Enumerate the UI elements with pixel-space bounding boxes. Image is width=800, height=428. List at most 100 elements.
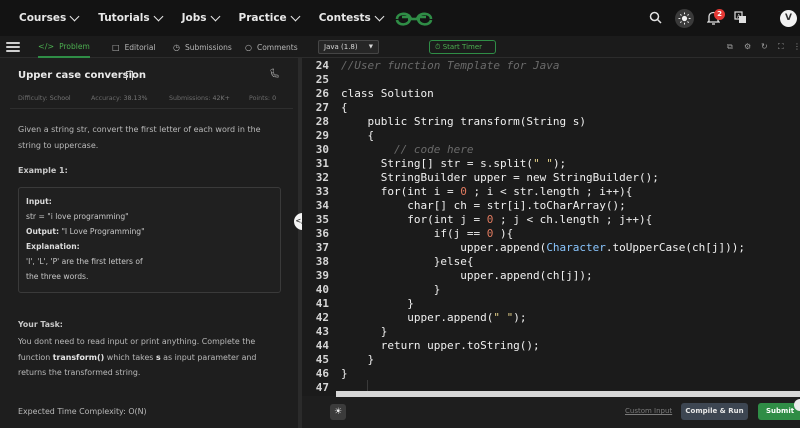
code-line: {: [341, 129, 375, 142]
chevron-down-icon: [153, 11, 164, 21]
chevron-down-icon: ▼: [368, 44, 373, 50]
line-number: 46: [315, 367, 329, 380]
nav-courses[interactable]: Courses: [19, 11, 80, 24]
translate-icon[interactable]: A: [734, 11, 747, 24]
line-number: 30: [315, 143, 329, 156]
code-line: upper.append(" ");: [341, 311, 527, 324]
line-number: 25: [315, 73, 329, 86]
line-number: 34: [315, 199, 329, 212]
task-description: You dont need to read input or print any…: [18, 337, 257, 377]
code-icon: </>: [38, 41, 55, 51]
start-timer-label: Start Timer: [442, 43, 483, 51]
tab-editorial[interactable]: □ Editorial: [112, 36, 156, 58]
explanation-text: the three words.: [26, 272, 89, 281]
points-meta: Points: 0: [249, 95, 277, 102]
code-line: class Solution: [341, 87, 434, 100]
nav-jobs[interactable]: Jobs: [181, 11, 220, 24]
chevron-down-icon: [374, 11, 385, 21]
input-value: str = "i love programming": [26, 212, 129, 221]
output-line: Output: "I Love Programming": [26, 227, 145, 236]
expected-time-complexity: Expected Time Complexity: O(N): [18, 407, 147, 416]
lightbulb-icon[interactable]: ☀: [330, 404, 346, 420]
code-line: for(int j = 0 ; j < ch.length ; j++){: [341, 213, 653, 226]
tab-problem-label: Problem: [59, 41, 90, 51]
divider: [10, 108, 293, 109]
notification-badge: 2: [714, 9, 725, 20]
code-line: //User function Template for Java: [341, 59, 560, 72]
search-icon[interactable]: [649, 11, 662, 24]
line-number: 32: [315, 171, 329, 184]
task-heading: Your Task:: [18, 320, 63, 329]
bug-report-icon[interactable]: 🐛︎: [269, 69, 280, 79]
svg-text:A: A: [737, 14, 741, 20]
code-line: return upper.toString();: [341, 339, 540, 352]
avatar[interactable]: V: [780, 10, 797, 27]
gfg-logo[interactable]: [394, 9, 434, 29]
more-icon[interactable]: ⋮: [793, 42, 800, 51]
compile-run-button[interactable]: Compile & Run: [681, 403, 748, 420]
line-number: 43: [315, 325, 329, 338]
line-number: 39: [315, 269, 329, 282]
nav-tutorials-label: Tutorials: [98, 12, 150, 24]
explanation-label: Explanation:: [26, 242, 80, 251]
nav-practice[interactable]: Practice: [238, 11, 301, 24]
clock-icon: ◷: [173, 42, 180, 52]
code-line: }: [341, 325, 388, 338]
code-line: String[] str = s.split(" ");: [341, 157, 567, 170]
code-line: if(j == 0 ){: [341, 227, 514, 240]
language-select-value: Java (1.8): [324, 43, 358, 51]
comment-icon: ○: [245, 42, 252, 52]
line-number: 36: [315, 227, 329, 240]
nav-contests-label: Contests: [318, 12, 371, 24]
code-line: for(int i = 0 ; i < str.length ; i++){: [341, 185, 633, 198]
line-number: 27: [315, 101, 329, 114]
line-number: 28: [315, 115, 329, 128]
theme-toggle-button[interactable]: [675, 9, 694, 28]
example-heading: Example 1:: [18, 166, 68, 175]
example-box: Input: str = "i love programming" Output…: [18, 187, 281, 293]
problem-description: Given a string str, convert the first le…: [18, 125, 261, 150]
settings-icon[interactable]: ⚙: [744, 42, 751, 51]
nav-courses-label: Courses: [19, 12, 67, 24]
language-select[interactable]: Java (1.8) ▼: [318, 40, 379, 54]
code-line: }: [341, 297, 414, 310]
code-line: upper.append(Character.toUpperCase(ch[j]…: [341, 241, 745, 254]
line-number: 33: [315, 185, 329, 198]
fullscreen-icon[interactable]: ⛶: [778, 42, 784, 52]
start-timer-button[interactable]: ⏱ Start Timer: [429, 40, 496, 54]
line-number: 29: [315, 129, 329, 142]
accuracy-meta: Accuracy: 38.13%: [91, 95, 148, 102]
submissions-meta: Submissions: 42K+: [169, 95, 230, 102]
timer-icon: ⏱: [435, 43, 441, 51]
menu-icon[interactable]: [6, 42, 20, 52]
tab-problem[interactable]: </> Problem: [38, 36, 90, 58]
input-label: Input:: [26, 197, 52, 206]
code-line: }: [341, 367, 348, 380]
line-number: 26: [315, 87, 329, 100]
code-line: upper.append(ch[j]);: [341, 269, 593, 282]
bookmark-icon[interactable]: [126, 71, 133, 80]
nav-tutorials[interactable]: Tutorials: [98, 11, 164, 24]
line-number: 24: [315, 59, 329, 72]
custom-input-link[interactable]: Custom Input: [625, 407, 672, 415]
nav-practice-label: Practice: [238, 12, 287, 24]
tab-submissions[interactable]: ◷ Submissions: [173, 36, 232, 58]
document-icon: □: [112, 42, 120, 52]
line-number: 37: [315, 241, 329, 254]
difficulty-meta: Difficulty: School: [18, 95, 71, 102]
help-icon[interactable]: [794, 399, 800, 411]
copy-icon[interactable]: ⧉: [727, 42, 733, 52]
nav-contests[interactable]: Contests: [318, 11, 385, 24]
reset-icon[interactable]: ↻: [761, 42, 768, 51]
tab-submissions-label: Submissions: [184, 42, 232, 52]
tab-comments[interactable]: ○ Comments: [245, 36, 298, 58]
sun-icon: [678, 12, 691, 25]
line-number: 41: [315, 297, 329, 310]
line-number: 47: [315, 381, 329, 394]
code-line: // code here: [341, 143, 474, 156]
line-number: 42: [315, 311, 329, 324]
line-number: 38: [315, 255, 329, 268]
nav-jobs-label: Jobs: [181, 12, 207, 24]
chevron-down-icon: [210, 11, 220, 21]
chevron-down-icon: [69, 11, 80, 21]
